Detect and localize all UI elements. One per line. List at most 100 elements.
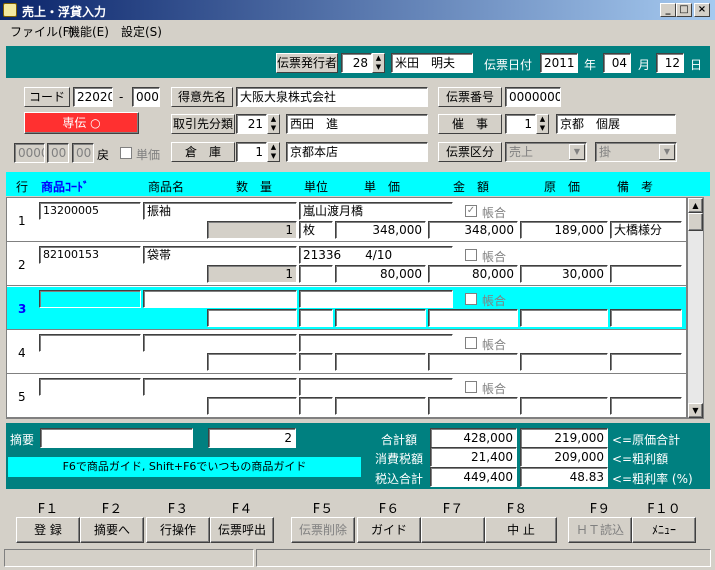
- product-spec-input[interactable]: 21336 4/10: [299, 246, 453, 264]
- event-spinner[interactable]: ▲ ▼: [536, 114, 549, 134]
- fkey-button-4[interactable]: 伝票呼出: [210, 517, 274, 543]
- note-input[interactable]: [610, 265, 682, 283]
- amount-input[interactable]: [428, 353, 518, 371]
- col-unit: 単位: [304, 180, 329, 194]
- product-code-input[interactable]: 13200005: [39, 202, 141, 220]
- close-button[interactable]: ×: [694, 3, 710, 17]
- amount-input[interactable]: 80,000: [428, 265, 518, 283]
- unit-input[interactable]: [299, 309, 333, 327]
- product-name-input[interactable]: [143, 378, 297, 396]
- menu-file[interactable]: ファイル(F): [10, 23, 74, 40]
- fkey-button-3[interactable]: 行操作: [146, 517, 210, 543]
- price-input[interactable]: [335, 397, 426, 415]
- ledger-checkbox[interactable]: ✓: [465, 205, 477, 217]
- menu-settings[interactable]: 設定(S): [121, 23, 162, 40]
- unit-price-label: 単価: [136, 148, 161, 162]
- trade-class-code-input[interactable]: 21: [236, 114, 267, 134]
- amount-input[interactable]: [428, 397, 518, 415]
- scroll-up-button[interactable]: ▲: [688, 198, 703, 213]
- pay-type-chevron-down-icon[interactable]: ▼: [659, 144, 675, 160]
- qty-input[interactable]: 1: [207, 265, 297, 283]
- warehouse-spinner[interactable]: ▲ ▼: [267, 142, 280, 162]
- year-unit: 年: [584, 58, 597, 72]
- price-input[interactable]: 348,000: [335, 221, 426, 239]
- issuer-spinner[interactable]: ▲ ▼: [372, 53, 385, 73]
- field-2[interactable]: 00: [47, 143, 69, 163]
- amount-input[interactable]: [428, 309, 518, 327]
- ledger-checkbox[interactable]: [465, 293, 477, 305]
- qty-input[interactable]: 1: [207, 221, 297, 239]
- note-input[interactable]: 大橋様分: [610, 221, 682, 239]
- fkey-button-5[interactable]: 伝票削除: [291, 517, 355, 543]
- unit-input[interactable]: [299, 397, 333, 415]
- minimize-button[interactable]: _: [660, 3, 676, 17]
- scroll-down-button[interactable]: ▼: [688, 403, 703, 418]
- summary-input[interactable]: [40, 428, 193, 448]
- event-code-input[interactable]: 1: [505, 114, 536, 134]
- issuer-code-input[interactable]: 28: [341, 53, 372, 73]
- fkey-button-8[interactable]: 中 止: [485, 517, 557, 543]
- event-label[interactable]: 催 事: [438, 114, 502, 134]
- cost-input[interactable]: [520, 353, 608, 371]
- fkey-button-2[interactable]: 摘要へ: [80, 517, 144, 543]
- maximize-button[interactable]: □: [676, 3, 692, 17]
- fkey-button-7[interactable]: [421, 517, 485, 543]
- fkey-button-6[interactable]: ガイド: [357, 517, 421, 543]
- fkey-button-1[interactable]: 登 録: [16, 517, 80, 543]
- trade-class-spinner[interactable]: ▲ ▼: [267, 114, 280, 134]
- product-spec-input[interactable]: [299, 334, 453, 352]
- qty-input[interactable]: [207, 397, 297, 415]
- unit-input[interactable]: 枚: [299, 221, 333, 239]
- issuer-label: 伝票発行者: [276, 53, 338, 73]
- product-name-input[interactable]: 振袖: [143, 202, 297, 220]
- fkey-button-9[interactable]: ＨＴ読込: [568, 517, 632, 543]
- product-name-input[interactable]: 袋帯: [143, 246, 297, 264]
- amount-input[interactable]: 348,000: [428, 221, 518, 239]
- warehouse-code-input[interactable]: 1: [236, 142, 267, 162]
- note-input[interactable]: [610, 397, 682, 415]
- cost-input[interactable]: 189,000: [520, 221, 608, 239]
- slip-type-chevron-down-icon[interactable]: ▼: [569, 144, 585, 160]
- price-input[interactable]: [335, 309, 426, 327]
- field-3[interactable]: 00: [72, 143, 94, 163]
- cost-input[interactable]: [520, 397, 608, 415]
- product-spec-input[interactable]: 嵐山渡月橋: [299, 202, 453, 220]
- line-count-field: 2: [208, 428, 296, 448]
- grid-header: [6, 172, 710, 196]
- field-1[interactable]: 0000: [14, 143, 45, 163]
- customer-name-input[interactable]: 大阪大泉株式会社: [236, 87, 428, 107]
- menu-function[interactable]: 機能(E): [68, 23, 109, 40]
- unit-input[interactable]: [299, 353, 333, 371]
- fkey-button-10[interactable]: ﾒﾆｭｰ: [632, 517, 696, 543]
- product-code-input[interactable]: [39, 290, 141, 308]
- product-spec-input[interactable]: [299, 290, 453, 308]
- price-input[interactable]: 80,000: [335, 265, 426, 283]
- qty-input[interactable]: [207, 353, 297, 371]
- ledger-checkbox[interactable]: [465, 337, 477, 349]
- qty-input[interactable]: [207, 309, 297, 327]
- month-unit: 月: [638, 58, 651, 72]
- cost-input[interactable]: [520, 309, 608, 327]
- cost-input[interactable]: 30,000: [520, 265, 608, 283]
- product-code-input[interactable]: [39, 378, 141, 396]
- product-name-input[interactable]: [143, 290, 297, 308]
- price-input[interactable]: [335, 353, 426, 371]
- year-input[interactable]: 2011: [540, 53, 578, 73]
- code-input-1[interactable]: 22020: [73, 87, 113, 107]
- warehouse-label[interactable]: 倉 庫: [171, 142, 235, 162]
- unit-price-checkbox[interactable]: [120, 147, 132, 159]
- scroll-thumb[interactable]: [688, 213, 703, 231]
- product-name-input[interactable]: [143, 334, 297, 352]
- day-input[interactable]: 12: [656, 53, 684, 73]
- product-spec-input[interactable]: [299, 378, 453, 396]
- ledger-checkbox[interactable]: [465, 381, 477, 393]
- product-code-input[interactable]: 82100153: [39, 246, 141, 264]
- unit-input[interactable]: [299, 265, 333, 283]
- month-input[interactable]: 04: [603, 53, 631, 73]
- ledger-checkbox[interactable]: [465, 249, 477, 261]
- product-code-input[interactable]: [39, 334, 141, 352]
- note-input[interactable]: [610, 353, 682, 371]
- code-input-2[interactable]: 000: [132, 87, 160, 107]
- exclusive-slip-button[interactable]: 専伝 ○: [24, 112, 139, 134]
- note-input[interactable]: [610, 309, 682, 327]
